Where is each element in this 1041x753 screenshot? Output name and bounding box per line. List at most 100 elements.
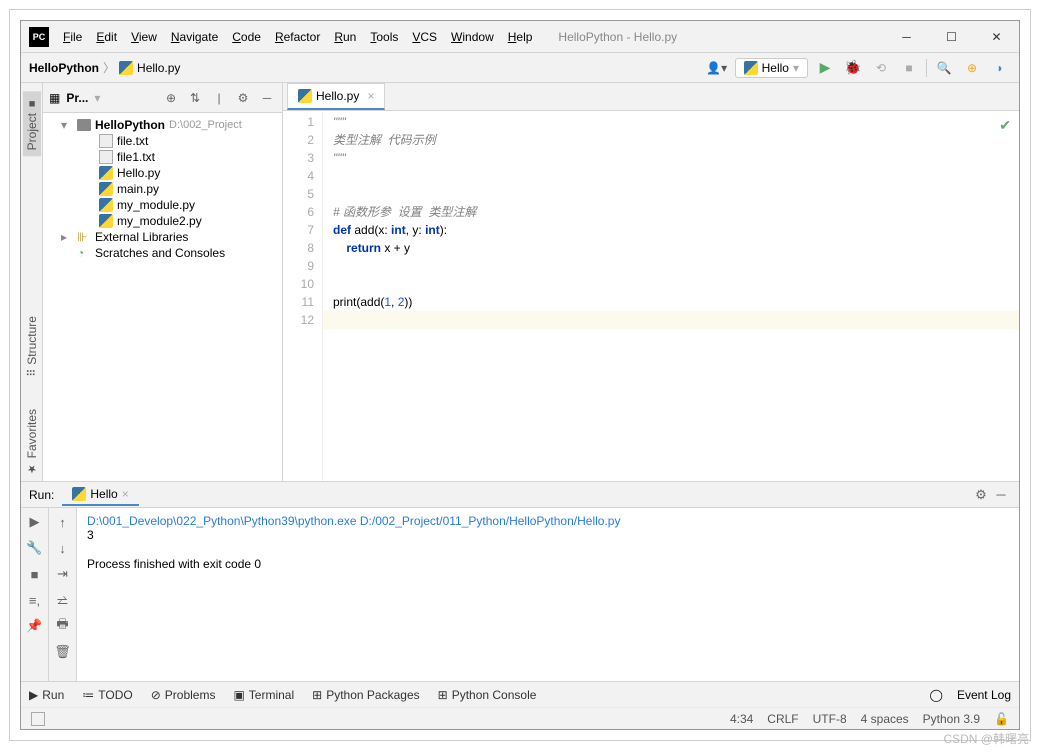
external-libraries[interactable]: ▸External Libraries xyxy=(43,229,282,245)
code-lines[interactable]: """类型注解 代码示例"""# 函数形参 设置 类型注解def add(x: … xyxy=(323,111,1019,481)
cursor-position[interactable]: 4:34 xyxy=(730,712,753,726)
event-log-tab[interactable]: ◯ Event Log xyxy=(930,688,1011,702)
maximize-button[interactable]: ☐ xyxy=(929,22,974,52)
menu-file[interactable]: File xyxy=(57,26,88,48)
favorites-tool-tab[interactable]: ★ Favorites xyxy=(23,403,41,481)
minimize-button[interactable]: ─ xyxy=(884,22,929,52)
main-menu: FileEditViewNavigateCodeRefactorRunTools… xyxy=(57,26,538,48)
ide-window: PC FileEditViewNavigateCodeRefactorRunTo… xyxy=(20,20,1020,730)
text-file-icon xyxy=(99,150,113,164)
print-icon[interactable]: 🖶 xyxy=(53,616,73,636)
run-toolbar-2: ↑ ↓ ⇥ ⥨ 🖶 🗑 xyxy=(49,508,77,681)
folder-icon xyxy=(77,119,91,131)
stop-button[interactable]: ■ xyxy=(25,564,45,584)
python-file-icon xyxy=(99,214,113,228)
close-tab-icon[interactable]: × xyxy=(367,89,374,103)
python-file-icon xyxy=(99,166,113,180)
tree-file[interactable]: my_module2.py xyxy=(43,213,282,229)
down-icon[interactable]: ↓ xyxy=(53,538,73,558)
tree-file[interactable]: Hello.py xyxy=(43,165,282,181)
trash-icon[interactable]: 🗑 xyxy=(53,642,73,662)
select-opened-button[interactable]: ⊕ xyxy=(162,89,180,107)
left-tool-strip: Project ■ ⠿ Structure ★ Favorites xyxy=(21,83,43,481)
run-tool-tab[interactable]: ▶ Run xyxy=(29,688,64,702)
indent[interactable]: 4 spaces xyxy=(861,712,909,726)
text-file-icon xyxy=(99,134,113,148)
menu-vcs[interactable]: VCS xyxy=(406,26,443,48)
library-icon xyxy=(77,230,91,244)
project-tree[interactable]: ▾HelloPython D:\002_Project file.txtfile… xyxy=(43,113,282,265)
console-exit: Process finished with exit code 0 xyxy=(87,557,1009,571)
run-config-selector[interactable]: Hello▾ xyxy=(735,58,808,78)
todo-tool-tab[interactable]: ≔ TODO xyxy=(82,688,132,702)
soft-wrap-icon[interactable]: ⇥ xyxy=(53,564,73,584)
python-file-icon xyxy=(298,89,312,103)
breadcrumb-project[interactable]: HelloPython xyxy=(29,61,99,75)
console-cmd: D:\001_Develop\022_Python\Python39\pytho… xyxy=(87,514,1009,528)
tree-file[interactable]: my_module.py xyxy=(43,197,282,213)
menu-tools[interactable]: Tools xyxy=(364,26,404,48)
search-button[interactable]: 🔍 xyxy=(933,57,955,79)
run-tool-window: Run: Hello × ⚙ ─ ▶ 🔧 ■ ≡, 📌 ↑ ↓ ⇥ ⥨ 🖶 🗑 xyxy=(21,481,1019,681)
up-icon[interactable]: ↑ xyxy=(53,512,73,532)
run-toolbar-left: ▶ 🔧 ■ ≡, 📌 xyxy=(21,508,49,681)
close-button[interactable]: ✕ xyxy=(974,22,1019,52)
divider-icon: | xyxy=(210,89,228,107)
console-output[interactable]: D:\001_Develop\022_Python\Python39\pytho… xyxy=(77,508,1019,681)
settings-icon[interactable]: ⚙ xyxy=(234,89,252,107)
tool-window-toggle[interactable] xyxy=(31,712,45,726)
pin-icon[interactable]: 📌 xyxy=(25,616,45,636)
tree-file[interactable]: main.py xyxy=(43,181,282,197)
hide-button[interactable]: ─ xyxy=(258,89,276,107)
stop-button[interactable]: ■ xyxy=(898,57,920,79)
menu-view[interactable]: View xyxy=(125,26,163,48)
layout-icon[interactable]: ≡, xyxy=(25,590,45,610)
breadcrumb-file[interactable]: Hello.py xyxy=(119,61,180,75)
scroll-icon[interactable]: ⥨ xyxy=(53,590,73,610)
chevron-down-icon[interactable]: ▾ xyxy=(94,91,100,105)
code-editor[interactable]: 123456789101112 """类型注解 代码示例"""# 函数形参 设置… xyxy=(283,111,1019,481)
menu-edit[interactable]: Edit xyxy=(90,26,123,48)
update-button[interactable]: ⊕ xyxy=(961,57,983,79)
nav-bar: HelloPython 〉 Hello.py 👤▾ Hello▾ ▶ 🐞 ⟲ ■… xyxy=(21,53,1019,83)
bottom-tool-tabs: ▶ Run ≔ TODO ⊘ Problems ▣ Terminal ⊞ Pyt… xyxy=(29,688,536,702)
scratches[interactable]: Scratches and Consoles xyxy=(43,245,282,261)
coverage-button[interactable]: ⟲ xyxy=(870,57,892,79)
problems-tool-tab[interactable]: ⊘ Problems xyxy=(151,688,216,702)
lock-icon[interactable]: 🔓 xyxy=(994,712,1009,726)
project-tool-tab[interactable]: Project ■ xyxy=(23,91,41,156)
breadcrumb[interactable]: HelloPython 〉 Hello.py xyxy=(29,59,180,76)
tree-root[interactable]: ▾HelloPython D:\002_Project xyxy=(43,117,282,133)
project-panel: ▦ Pr... ▾ ⊕ ⇅ | ⚙ ─ ▾HelloPython D:\002_… xyxy=(43,83,283,481)
packages-tool-tab[interactable]: ⊞ Python Packages xyxy=(312,688,419,702)
ide-button[interactable]: ◗ xyxy=(989,57,1011,79)
python-sdk[interactable]: Python 3.9 xyxy=(923,712,980,726)
console-tool-tab[interactable]: ⊞ Python Console xyxy=(438,688,537,702)
debug-button[interactable]: 🐞 xyxy=(842,57,864,79)
menu-navigate[interactable]: Navigate xyxy=(165,26,224,48)
rerun-button[interactable]: ▶ xyxy=(25,512,45,532)
main-area: Project ■ ⠿ Structure ★ Favorites ▦ Pr..… xyxy=(21,83,1019,481)
file-encoding[interactable]: UTF-8 xyxy=(813,712,847,726)
wrench-icon[interactable]: 🔧 xyxy=(25,538,45,558)
menu-code[interactable]: Code xyxy=(226,26,267,48)
settings-icon[interactable]: ⚙ xyxy=(971,485,991,505)
expand-all-button[interactable]: ⇅ xyxy=(186,89,204,107)
project-panel-title[interactable]: Pr... xyxy=(66,91,88,105)
status-bar: 4:34 CRLF UTF-8 4 spaces Python 3.9 🔓 xyxy=(21,707,1019,729)
menu-window[interactable]: Window xyxy=(445,26,500,48)
tree-file[interactable]: file.txt xyxy=(43,133,282,149)
hide-button[interactable]: ─ xyxy=(991,485,1011,505)
menu-help[interactable]: Help xyxy=(502,26,539,48)
editor-tab[interactable]: Hello.py× xyxy=(287,83,385,110)
tree-file[interactable]: file1.txt xyxy=(43,149,282,165)
structure-tool-tab[interactable]: ⠿ Structure xyxy=(23,310,41,383)
run-tab[interactable]: Hello × xyxy=(62,484,138,506)
run-button[interactable]: ▶ xyxy=(814,57,836,79)
terminal-tool-tab[interactable]: ▣ Terminal xyxy=(233,688,294,702)
line-separator[interactable]: CRLF xyxy=(767,712,798,726)
close-tab-icon[interactable]: × xyxy=(122,487,129,501)
menu-refactor[interactable]: Refactor xyxy=(269,26,326,48)
user-icon[interactable]: 👤▾ xyxy=(705,56,729,80)
menu-run[interactable]: Run xyxy=(328,26,362,48)
